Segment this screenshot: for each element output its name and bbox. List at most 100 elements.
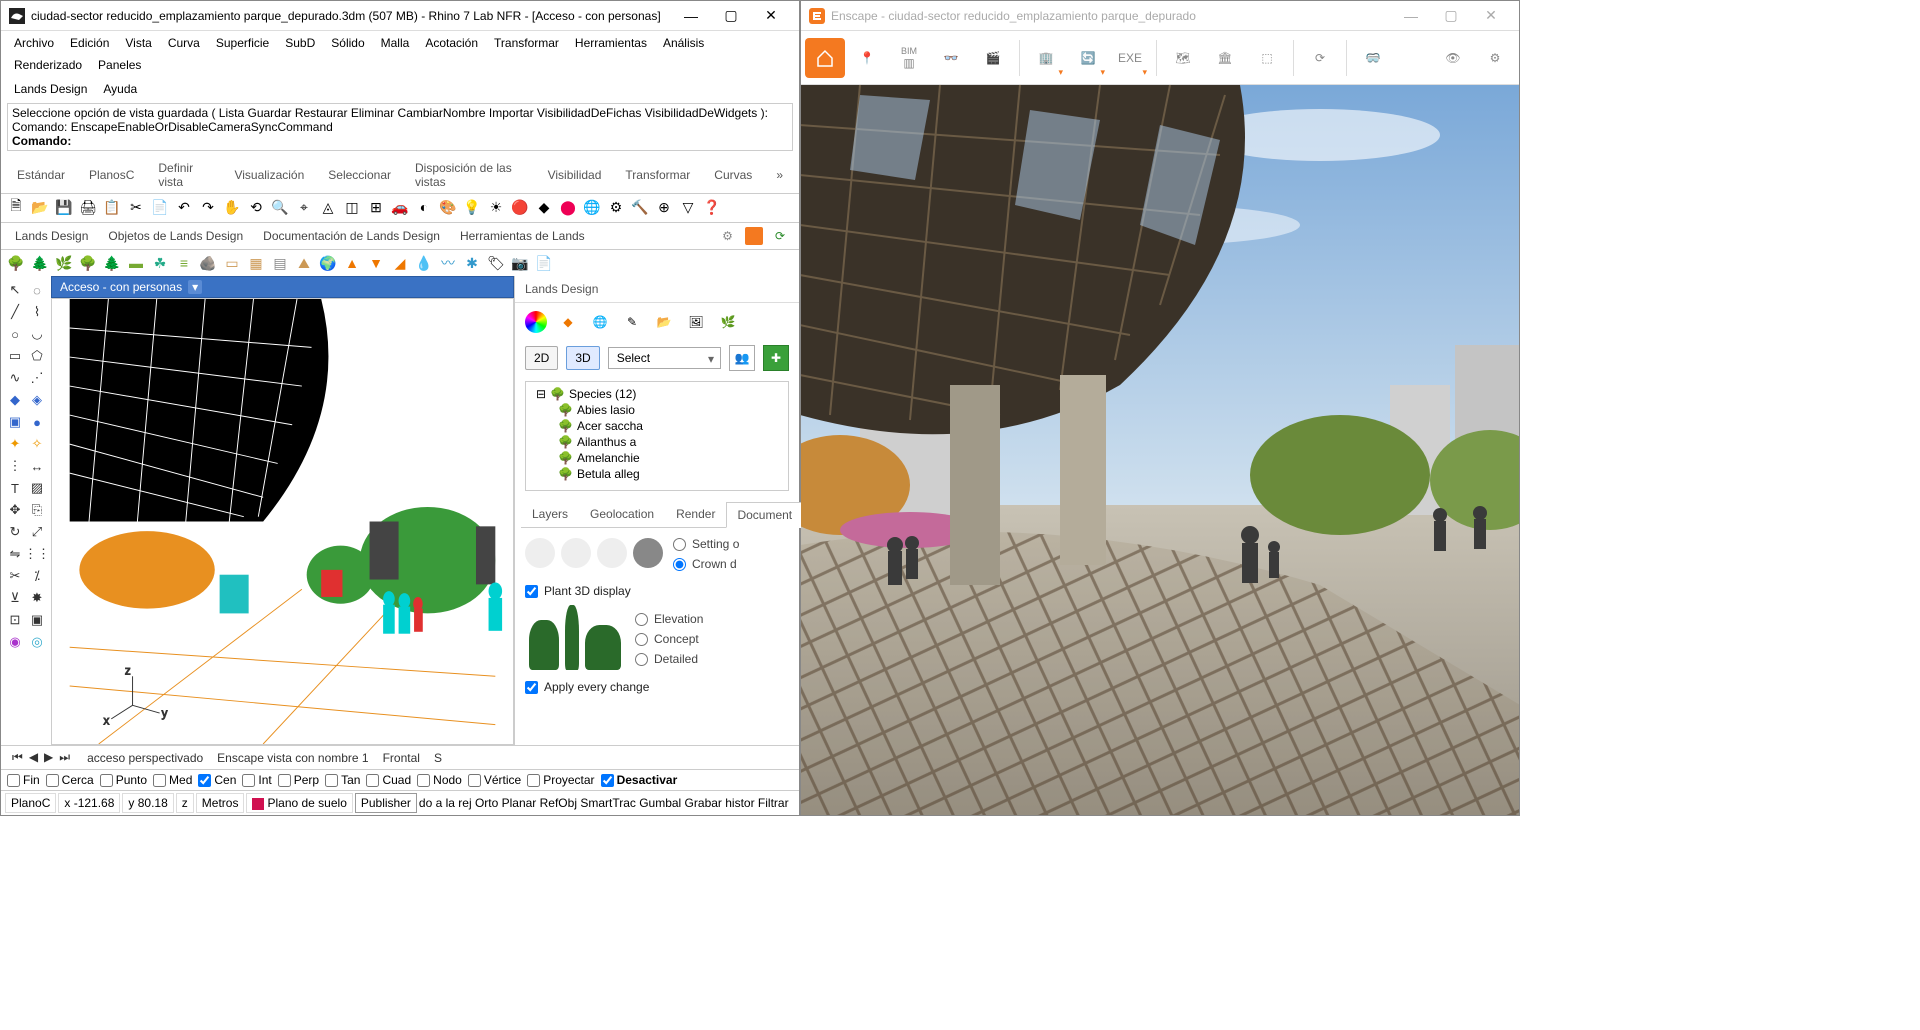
osnap-tan[interactable] xyxy=(325,774,338,787)
ens-maximize-button[interactable]: ▢ xyxy=(1431,2,1471,30)
viewport-title[interactable]: Acceso - con personas ▾ xyxy=(51,276,514,298)
panel-color-icon[interactable] xyxy=(525,311,547,333)
surf-icon[interactable]: ◆ xyxy=(5,390,25,410)
rot-icon[interactable]: ↻ xyxy=(5,522,25,542)
plant-thumb[interactable] xyxy=(525,538,555,568)
redo-icon[interactable]: ↷ xyxy=(197,196,219,218)
photo-icon[interactable]: 📷 xyxy=(509,252,531,274)
add-plant-button[interactable]: ✚ xyxy=(763,345,789,371)
help-icon[interactable]: ❓ xyxy=(701,196,723,218)
vtab-acceso[interactable]: acceso perspectivado xyxy=(87,751,203,765)
btn-2d[interactable]: 2D xyxy=(525,346,558,370)
tree1-icon[interactable]: 🌳 xyxy=(5,252,27,274)
status-toggles[interactable]: do a la rej Orto Planar RefObj SmartTrac… xyxy=(419,796,789,810)
join-icon[interactable]: ⊻ xyxy=(5,588,25,608)
check-apply[interactable] xyxy=(525,681,538,694)
panel-globe-icon[interactable]: 🌐 xyxy=(589,311,611,333)
osnap-cen[interactable] xyxy=(198,774,211,787)
menu-renderizado[interactable]: Renderizado xyxy=(7,55,89,75)
osnap-med[interactable] xyxy=(153,774,166,787)
open-icon[interactable]: 📂 xyxy=(29,196,51,218)
ens-pano-icon[interactable]: 🔄▾ xyxy=(1068,38,1108,78)
tab-estandar[interactable]: Estándar xyxy=(7,164,75,186)
osnap-cerca[interactable] xyxy=(46,774,59,787)
ens-bim-button[interactable]: BIM▥ xyxy=(889,38,929,78)
arrow-icon[interactable]: ↖ xyxy=(5,280,25,300)
radio-setting[interactable] xyxy=(673,538,686,551)
poly2-icon[interactable]: ⬠ xyxy=(27,346,47,366)
grass-icon[interactable]: ≡ xyxy=(173,252,195,274)
menu-curva[interactable]: Curva xyxy=(161,33,207,53)
car-icon[interactable]: 🚗 xyxy=(389,196,411,218)
rend-icon[interactable]: ◉ xyxy=(5,632,25,652)
command-prompt[interactable]: Comando: xyxy=(12,134,71,148)
tab-disposicion[interactable]: Disposición de las vistas xyxy=(405,157,534,193)
cut-t-icon[interactable]: ▲ xyxy=(341,252,363,274)
subtab-layers[interactable]: Layers xyxy=(521,501,579,527)
btn-3d[interactable]: 3D xyxy=(566,346,599,370)
radio-detailed[interactable] xyxy=(635,653,648,666)
doc-icon[interactable]: 📄 xyxy=(533,252,555,274)
radio-concept[interactable] xyxy=(635,633,648,646)
curve-icon[interactable]: ∿ xyxy=(5,368,25,388)
menu-transformar[interactable]: Transformar xyxy=(487,33,566,53)
label-icon[interactable]: 🏷 xyxy=(485,252,507,274)
water-icon[interactable]: 💧 xyxy=(413,252,435,274)
osnap-int[interactable] xyxy=(242,774,255,787)
menu-edicion[interactable]: Edición xyxy=(63,33,116,53)
row-icon[interactable]: 🌳 xyxy=(77,252,99,274)
panel-img-icon[interactable]: 🖼 xyxy=(685,311,707,333)
panel-edit-icon[interactable]: ✎ xyxy=(621,311,643,333)
tab-visibilidad[interactable]: Visibilidad xyxy=(538,164,612,186)
ens-cube-icon[interactable]: ⬚ xyxy=(1247,38,1287,78)
props-icon[interactable]: ⚙ xyxy=(605,196,627,218)
species-select[interactable]: Select xyxy=(608,347,721,369)
new-icon[interactable]: 🗎 xyxy=(5,196,27,218)
ens-settings-icon[interactable]: ⚙ xyxy=(1475,38,1515,78)
menu-ayuda[interactable]: Ayuda xyxy=(96,79,144,99)
ens-sync-icon[interactable]: ⟳ xyxy=(1300,38,1340,78)
render-icon[interactable]: 🎨 xyxy=(437,196,459,218)
vtab-enscape[interactable]: Enscape vista con nombre 1 xyxy=(217,751,368,765)
views4-icon[interactable]: ⊞ xyxy=(365,196,387,218)
panel-plant-icon[interactable]: 🌿 xyxy=(717,311,739,333)
rotate-icon[interactable]: ⟲ xyxy=(245,196,267,218)
panel-open-icon[interactable]: 📂 xyxy=(653,311,675,333)
terrain-icon[interactable]: ⛰ xyxy=(293,252,315,274)
tab-planosc[interactable]: PlanosC xyxy=(79,164,144,186)
earth-icon[interactable]: 🌍 xyxy=(317,252,339,274)
fence-icon[interactable]: ▦ xyxy=(245,252,267,274)
tab-curvas[interactable]: Curvas xyxy=(704,164,762,186)
osnap-vertice[interactable] xyxy=(468,774,481,787)
menu-vista[interactable]: Vista xyxy=(118,33,158,53)
split-icon[interactable]: ⁒ xyxy=(27,566,47,586)
subd-icon[interactable]: ✧ xyxy=(27,434,47,454)
stone-icon[interactable]: 🪨 xyxy=(197,252,219,274)
light-icon[interactable]: 💡 xyxy=(461,196,483,218)
ens-binoculars-icon[interactable]: 👓 xyxy=(931,38,971,78)
osnap-perp[interactable] xyxy=(278,774,291,787)
subtab-render[interactable]: Render xyxy=(665,501,726,527)
radio-crown[interactable] xyxy=(673,558,686,571)
ens-vr-icon[interactable]: 🥽 xyxy=(1353,38,1393,78)
save-icon[interactable]: 💾 xyxy=(53,196,75,218)
shrub-icon[interactable]: 🌿 xyxy=(53,252,75,274)
maximize-button[interactable]: ▢ xyxy=(711,2,751,30)
status-layer[interactable]: Plano de suelo xyxy=(246,793,352,813)
mat-icon[interactable]: 🔴 xyxy=(509,196,531,218)
grp-icon[interactable]: ⊡ xyxy=(5,610,25,630)
rhino-titlebar[interactable]: ciudad-sector reducido_emplazamiento par… xyxy=(1,1,799,31)
zoom-icon[interactable]: 🔍 xyxy=(269,196,291,218)
ens-minimize-button[interactable]: — xyxy=(1391,2,1431,30)
ext-icon[interactable]: ◈ xyxy=(27,390,47,410)
vtab-frontal[interactable]: Frontal xyxy=(383,751,420,765)
tree-root[interactable]: Species (12) xyxy=(569,387,636,401)
panel-layer-icon[interactable]: ◆ xyxy=(557,311,579,333)
mesh-icon[interactable]: ✦ xyxy=(5,434,25,454)
box-icon[interactable]: ▣ xyxy=(5,412,25,432)
hatch-icon[interactable]: ▨ xyxy=(27,478,47,498)
move-icon[interactable]: ✥ xyxy=(5,500,25,520)
scale-icon[interactable]: ⤢ xyxy=(27,522,47,542)
shrub2-icon[interactable]: ☘ xyxy=(149,252,171,274)
menu-malla[interactable]: Malla xyxy=(374,33,417,53)
